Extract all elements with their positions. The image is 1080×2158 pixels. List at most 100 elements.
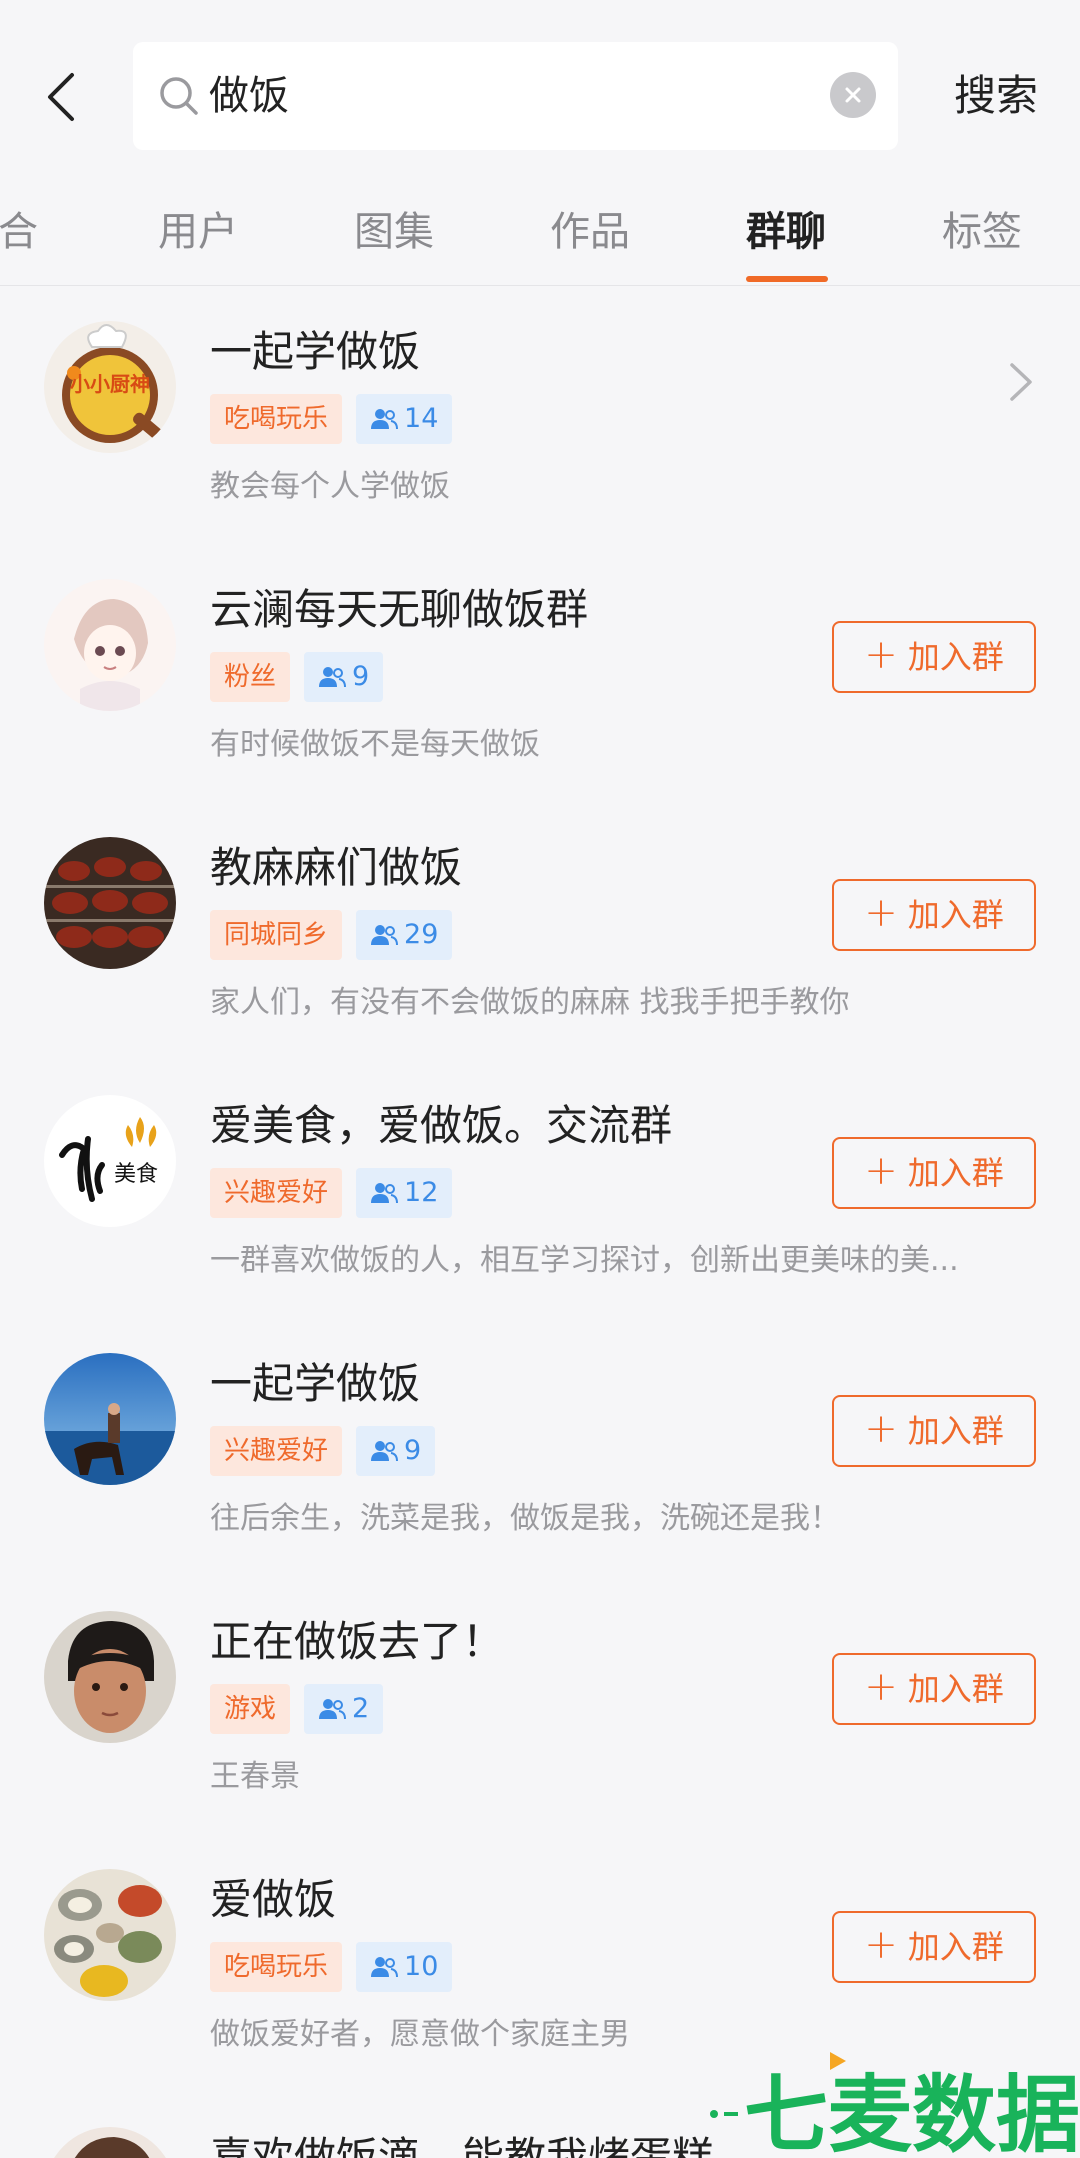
category-badge: 吃喝玩乐: [210, 394, 343, 444]
plus-icon: +: [864, 1922, 898, 1968]
join-label: 加入群: [907, 1412, 1004, 1450]
list-item[interactable]: 云澜每天无聊做饭群 粉丝 9 有时候做饭不是每天做饭 + 加入群: [0, 545, 1080, 803]
list-item[interactable]: 小小厨神 一起学做饭 吃喝玩乐 14 教会每个人学做饭: [0, 287, 1080, 545]
avatar: 美食: [44, 1095, 176, 1227]
group-description: 往后余生，洗菜是我，做饭是我，洗碗还是我！: [210, 1501, 840, 1536]
group-title: 喜欢做饭滴，能教我烤蛋糕: [210, 2133, 715, 2158]
group-tags: 吃喝玩乐 10: [210, 1942, 453, 1992]
group-description: 家人们，有没有不会做饭的麻麻 找我手把手教你: [210, 985, 850, 1020]
tab-comprehensive[interactable]: 合: [0, 204, 38, 260]
list-item[interactable]: 正在做饭去了！ 游戏 2 王春景 + 加入群: [0, 1577, 1080, 1835]
search-icon: [160, 77, 198, 115]
tab-works[interactable]: 作品: [550, 204, 630, 260]
group-title: 正在做饭去了！: [210, 1617, 505, 1666]
member-count-badge: 10: [356, 1942, 453, 1992]
member-count-badge: 9: [304, 652, 384, 702]
people-icon: [371, 1441, 399, 1462]
group-description: 王春景: [210, 1759, 300, 1794]
category-badge: 兴趣爱好: [210, 1168, 343, 1218]
tab-bar: 合 用户 图集 作品 群聊 标签: [0, 190, 1080, 286]
close-icon: [845, 87, 861, 103]
member-count: 2: [352, 1693, 370, 1724]
avatar-logo-text: 小小厨神: [70, 372, 150, 396]
group-title: 一起学做饭: [210, 327, 421, 376]
member-count: 12: [404, 1177, 439, 1208]
search-query-text: 做饭: [209, 73, 289, 119]
member-count: 9: [404, 1435, 422, 1466]
plus-icon: +: [864, 1406, 898, 1452]
group-tags: 同城同乡 29: [210, 910, 453, 960]
group-tags: 游戏 2: [210, 1684, 384, 1734]
member-count: 9: [352, 661, 370, 692]
join-group-button[interactable]: + 加入群: [832, 879, 1036, 951]
plus-icon: +: [864, 632, 898, 678]
list-item[interactable]: 教麻麻们做饭 同城同乡 29 家人们，有没有不会做饭的麻麻 找我手把手教你 + …: [0, 803, 1080, 1061]
list-item[interactable]: 一起学做饭 兴趣爱好 9 往后余生，洗菜是我，做饭是我，洗碗还是我！ + 加入群: [0, 1319, 1080, 1577]
people-icon: [371, 1183, 399, 1204]
group-tags: 兴趣爱好 9: [210, 1426, 436, 1476]
member-count: 10: [404, 1951, 439, 1982]
member-count: 29: [404, 919, 439, 950]
join-label: 加入群: [907, 1154, 1004, 1192]
tab-group-chat[interactable]: 群聊: [746, 204, 826, 260]
top-bar: 做饭 搜索: [0, 0, 1080, 190]
member-count-badge: 29: [356, 910, 453, 960]
category-badge: 兴趣爱好: [210, 1426, 343, 1476]
watermark-logo: 七麦数据: [700, 2052, 1080, 2158]
search-button[interactable]: 搜索: [954, 66, 1038, 126]
join-label: 加入群: [907, 1928, 1004, 1966]
group-title: 云澜每天无聊做饭群: [210, 585, 589, 634]
join-label: 加入群: [907, 1670, 1004, 1708]
chevron-right-icon[interactable]: [1006, 359, 1036, 405]
group-description: 有时候做饭不是每天做饭: [210, 727, 540, 762]
join-group-button[interactable]: + 加入群: [832, 1395, 1036, 1467]
join-group-button[interactable]: + 加入群: [832, 1137, 1036, 1209]
member-count-badge: 2: [304, 1684, 384, 1734]
list-item[interactable]: 美食 爱美食，爱做饭。交流群 兴趣爱好 12 一群喜欢做饭的人，相互学习探讨，创…: [0, 1061, 1080, 1319]
category-badge: 游戏: [210, 1684, 291, 1734]
people-icon: [319, 667, 347, 688]
avatar: [44, 2127, 176, 2158]
avatar: [44, 579, 176, 711]
category-badge: 粉丝: [210, 652, 291, 702]
group-tags: 吃喝玩乐 14: [210, 394, 453, 444]
avatar: [44, 1611, 176, 1743]
people-icon: [371, 409, 399, 430]
avatar: 小小厨神: [44, 321, 176, 453]
group-tags: 兴趣爱好 12: [210, 1168, 453, 1218]
back-button[interactable]: [36, 62, 86, 132]
people-icon: [319, 1699, 347, 1720]
tab-users[interactable]: 用户: [158, 204, 238, 260]
member-count-badge: 9: [356, 1426, 436, 1476]
avatar: [44, 1353, 176, 1485]
tab-albums[interactable]: 图集: [354, 204, 434, 260]
join-group-button[interactable]: + 加入群: [832, 621, 1036, 693]
join-group-button[interactable]: + 加入群: [832, 1653, 1036, 1725]
avatar: [44, 837, 176, 969]
watermark-text: 七麦数据: [744, 2066, 1080, 2158]
join-label: 加入群: [907, 638, 1004, 676]
group-description: 教会每个人学做饭: [210, 469, 450, 504]
plus-icon: +: [864, 890, 898, 936]
plus-icon: +: [864, 1664, 898, 1710]
avatar-logo-text: 美食: [114, 1162, 158, 1187]
group-title: 爱美食，爱做饭。交流群: [210, 1101, 673, 1150]
plus-icon: +: [864, 1148, 898, 1194]
category-badge: 同城同乡: [210, 910, 343, 960]
join-group-button[interactable]: + 加入群: [832, 1911, 1036, 1983]
group-title: 爱做饭: [210, 1875, 337, 1924]
people-icon: [371, 1957, 399, 1978]
active-tab-indicator: [746, 276, 828, 282]
clear-search-button[interactable]: [830, 72, 876, 118]
category-badge: 吃喝玩乐: [210, 1942, 343, 1992]
member-count: 14: [404, 403, 439, 434]
group-title: 一起学做饭: [210, 1359, 421, 1408]
people-icon: [371, 925, 399, 946]
group-description: 一群喜欢做饭的人，相互学习探讨，创新出更美味的美...: [210, 1243, 959, 1278]
tab-tags[interactable]: 标签: [942, 204, 1022, 260]
group-description: 做饭爱好者，愿意做个家庭主男: [210, 2017, 630, 2052]
back-arrow-icon: [48, 73, 74, 121]
avatar: [44, 1869, 176, 2001]
group-title: 教麻麻们做饭: [210, 843, 463, 892]
search-input[interactable]: 做饭: [133, 42, 898, 150]
